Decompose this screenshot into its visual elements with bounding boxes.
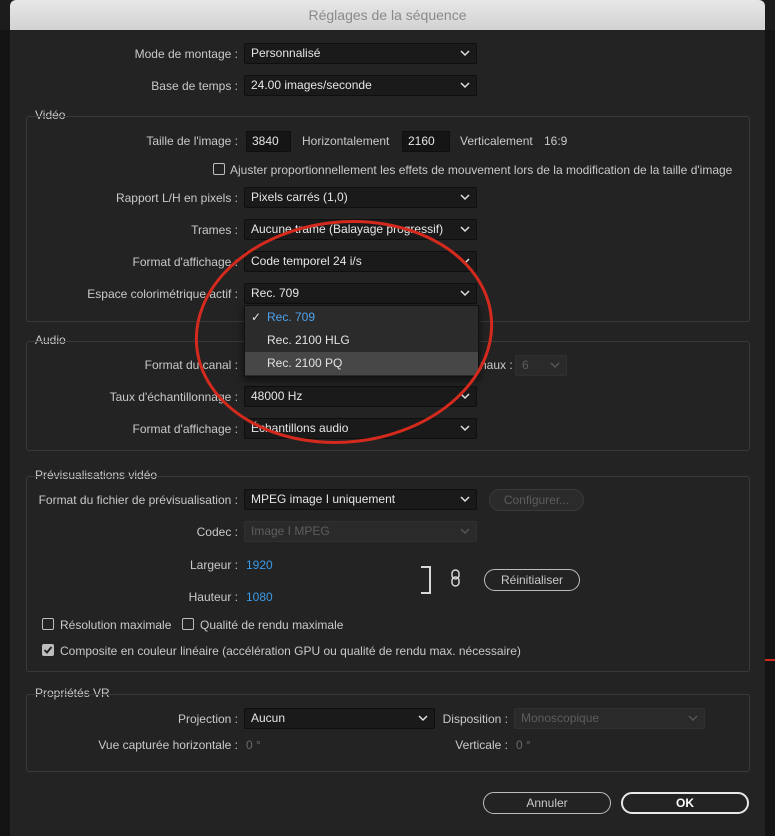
preview-width-label: Largeur : [189,558,238,572]
chain-link-icon[interactable] [450,569,462,587]
preview-width-value[interactable]: 1920 [246,558,273,572]
max-resolution-checkbox[interactable] [42,618,54,630]
preview-file-format-label: Format du fichier de prévisualisation : [38,493,238,507]
chevron-down-icon [460,82,470,89]
aspect-ratio-value: 16:9 [544,134,568,148]
annotation-circle [194,220,494,444]
layout-value: Monoscopique [521,711,600,725]
horizontal-capture-value: 0 ° [246,738,261,752]
vertical-capture-value: 0 ° [516,738,531,752]
background-edge-left [0,30,10,836]
pixel-aspect-value: Pixels carrés (1,0) [251,190,348,204]
max-quality-checkbox[interactable] [182,618,194,630]
vertical-capture-label: Verticale : [455,738,508,752]
vertical-label: Verticalement [460,134,533,148]
pixel-aspect-select[interactable]: Pixels carrés (1,0) [244,187,477,208]
codec-label: Codec : [196,525,238,539]
linear-color-checkbox[interactable] [42,644,54,656]
projection-select[interactable]: Aucun [244,708,435,729]
frame-height-input[interactable]: 2160 [402,131,450,152]
chevron-down-icon [460,528,470,535]
configure-button[interactable]: Configurer... [489,489,584,511]
frame-size-label: Taille de l'image : [146,134,238,148]
timebase-value: 24.00 images/seconde [251,78,372,92]
editing-mode-value: Personnalisé [251,46,321,60]
timebase-select[interactable]: 24.00 images/seconde [244,75,477,96]
preview-file-format-select[interactable]: MPEG image I uniquement [244,489,477,510]
codec-select[interactable]: Image I MPEG [244,521,477,542]
chevron-down-icon [460,496,470,503]
projection-value: Aucun [251,711,286,725]
preview-file-format-value: MPEG image I uniquement [251,492,396,506]
pixel-aspect-label: Rapport L/H en pixels : [115,191,238,205]
max-resolution-label: Résolution maximale [60,618,172,632]
reset-button[interactable]: Réinitialiser [484,569,580,591]
layout-select[interactable]: Monoscopique [514,708,705,729]
window-title: Réglages de la séquence [308,7,467,23]
chevron-down-icon [418,715,428,722]
cancel-button[interactable]: Annuler [483,792,611,814]
channels-select[interactable]: 6 [515,355,567,376]
horizontal-capture-label: Vue capturée horizontale : [98,738,238,752]
vr-group [26,694,750,772]
scale-motion-checkbox[interactable] [213,163,225,175]
frame-width-input[interactable]: 3840 [246,131,291,152]
projection-label: Projection : [177,712,238,726]
background-red-marker [765,659,775,661]
chevron-down-icon [550,362,560,369]
window-titlebar: Réglages de la séquence [10,0,765,30]
link-bracket [421,566,431,594]
scale-motion-label: Ajuster proportionnellement les effets d… [230,163,733,177]
max-quality-label: Qualité de rendu maximale [200,618,344,632]
editing-mode-label: Mode de montage : [134,47,238,61]
horizontal-label: Horizontalement [302,134,390,148]
preview-height-label: Hauteur : [188,590,238,604]
chevron-down-icon [460,194,470,201]
linear-color-label: Composite en couleur linéaire (accélérat… [60,644,521,658]
chevron-down-icon [460,50,470,57]
chevron-down-icon [688,715,698,722]
preview-height-value[interactable]: 1080 [246,590,273,604]
layout-label: Disposition : [442,712,508,726]
timebase-label: Base de temps : [151,79,238,93]
ok-button[interactable]: OK [621,792,749,814]
checkmark-icon [43,646,53,654]
editing-mode-select[interactable]: Personnalisé [244,43,477,64]
codec-value: Image I MPEG [251,524,330,538]
background-edge-right [765,30,775,836]
channels-value: 6 [522,358,529,372]
